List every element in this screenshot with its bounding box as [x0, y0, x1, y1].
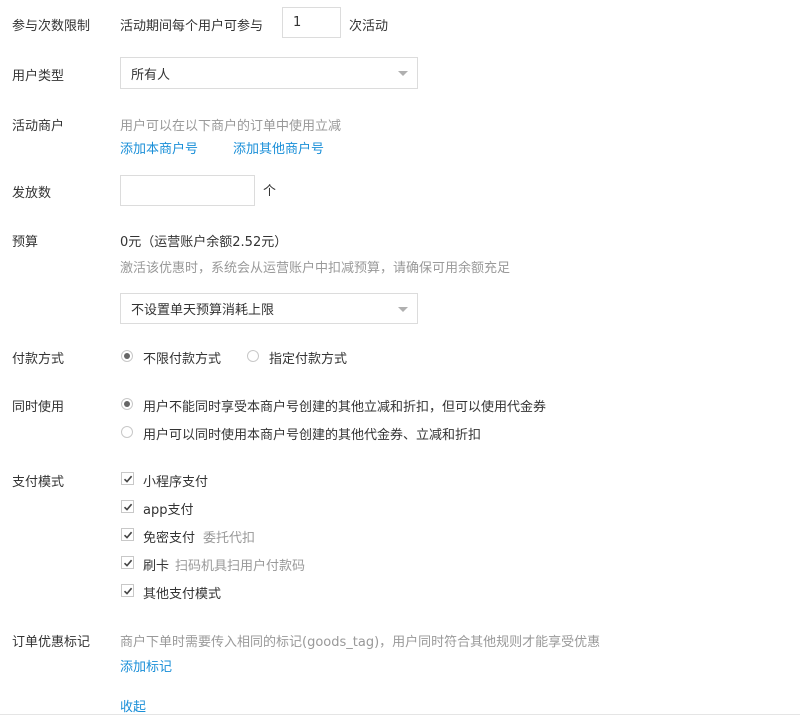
divider	[0, 714, 800, 715]
issue-count-label: 发放数	[12, 186, 52, 201]
concurrent-yes-label[interactable]: 用户可以同时使用本商户号创建的其他代金券、立减和折扣	[143, 424, 481, 443]
pay-mode-label: 支付模式	[12, 475, 65, 490]
daily-limit-selected: 不设置单天预算消耗上限	[131, 303, 275, 318]
participation-suffix: 次活动	[349, 19, 389, 34]
order-tag-hint: 商户下单时需要传入相同的标记(goods_tag)，用户同时符合其他规则才能享受…	[120, 635, 601, 650]
payment-specific-label[interactable]: 指定付款方式	[269, 348, 347, 367]
participation-label: 参与次数限制	[12, 19, 91, 34]
concurrent-yes-radio[interactable]	[121, 426, 133, 438]
participation-input[interactable]: 1	[282, 7, 341, 38]
chevron-down-icon	[398, 306, 408, 312]
user-type-selected: 所有人	[131, 67, 171, 83]
other-pay-label[interactable]: 其他支付模式	[143, 583, 221, 602]
budget-hint: 激活该优惠时，系统会从运营账户中扣减预算，请确保可用余额充足	[120, 261, 511, 276]
issue-count-input[interactable]	[120, 175, 255, 206]
payment-method-label: 付款方式	[12, 352, 65, 367]
budget-amount: 0元（运营账户余额2.52元）	[120, 235, 288, 250]
add-tag-link[interactable]: 添加标记	[120, 656, 172, 675]
mini-program-label[interactable]: 小程序支付	[143, 471, 208, 490]
payment-specific-radio[interactable]	[247, 350, 259, 362]
user-type-label: 用户类型	[12, 69, 65, 84]
collapse-link[interactable]: 收起	[120, 696, 146, 715]
chevron-down-icon	[398, 71, 408, 76]
payment-unlimited-label[interactable]: 不限付款方式	[143, 348, 221, 367]
budget-label: 预算	[12, 235, 39, 250]
password-free-checkbox[interactable]	[121, 528, 134, 541]
app-pay-label[interactable]: app支付	[143, 499, 193, 518]
password-free-note: 委托代扣	[203, 531, 256, 546]
add-own-merchant-link[interactable]: 添加本商户号	[120, 138, 198, 157]
user-type-select[interactable]: 所有人	[120, 57, 418, 89]
concurrent-no-radio[interactable]	[121, 398, 133, 410]
card-swipe-checkbox[interactable]	[121, 556, 134, 569]
issue-count-unit: 个	[263, 184, 277, 199]
participation-prefix: 活动期间每个用户可参与	[120, 19, 264, 34]
concurrent-use-label: 同时使用	[12, 400, 65, 415]
merchant-hint: 用户可以在以下商户的订单中使用立减	[120, 119, 342, 134]
merchant-label: 活动商户	[12, 119, 65, 134]
other-pay-checkbox[interactable]	[121, 584, 134, 597]
add-other-merchant-link[interactable]: 添加其他商户号	[233, 138, 324, 157]
card-swipe-label[interactable]: 刷卡	[143, 555, 169, 574]
mini-program-checkbox[interactable]	[121, 472, 134, 485]
daily-limit-select[interactable]: 不设置单天预算消耗上限	[120, 293, 418, 324]
concurrent-no-label[interactable]: 用户不能同时享受本商户号创建的其他立减和折扣，但可以使用代金券	[143, 396, 546, 415]
password-free-label[interactable]: 免密支付	[143, 527, 195, 546]
app-pay-checkbox[interactable]	[121, 500, 134, 513]
payment-unlimited-radio[interactable]	[121, 350, 133, 362]
order-tag-label: 订单优惠标记	[12, 635, 91, 650]
card-swipe-note: 扫码机具扫用户付款码	[175, 559, 306, 574]
